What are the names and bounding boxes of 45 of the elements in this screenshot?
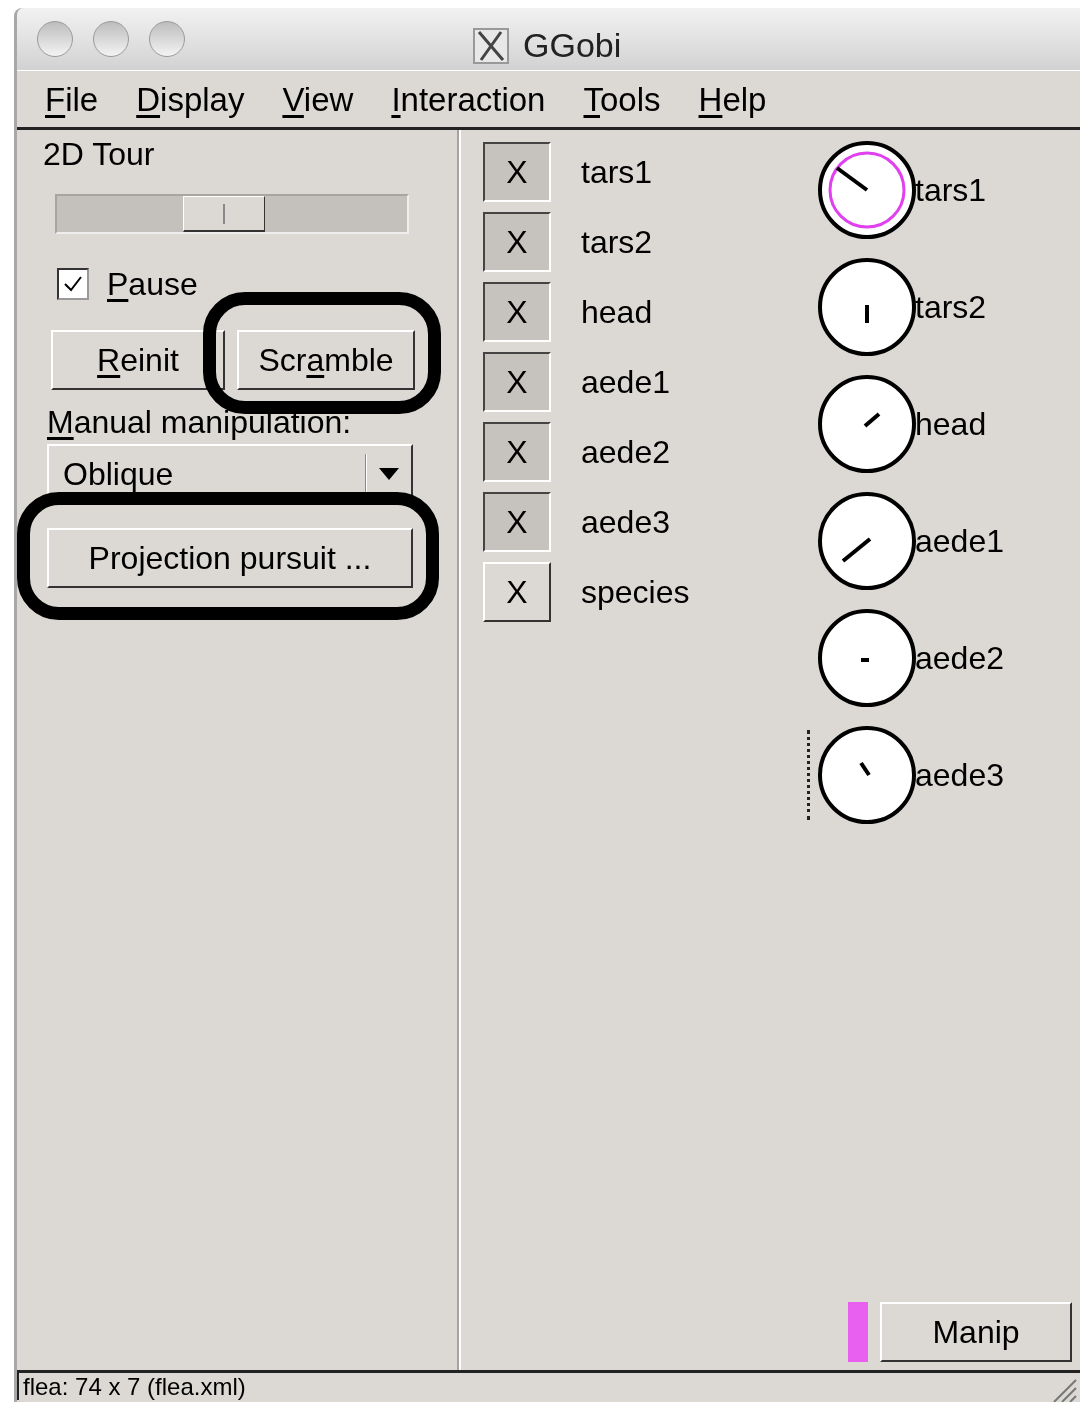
scramble-button[interactable]: Scramble bbox=[237, 330, 415, 390]
menu-item[interactable]: View bbox=[282, 82, 354, 116]
check-icon bbox=[62, 274, 84, 294]
variable-label: head bbox=[581, 293, 653, 332]
dial-label: aede3 bbox=[915, 756, 1004, 795]
menu-item[interactable]: File bbox=[45, 82, 99, 116]
variable-label: tars1 bbox=[581, 153, 653, 192]
dial-label: tars1 bbox=[915, 171, 987, 210]
mode-title: 2D Tour bbox=[43, 136, 156, 172]
variable-toggle[interactable]: X bbox=[483, 212, 551, 272]
dial-label: aede1 bbox=[915, 522, 1004, 561]
variable-label: aede1 bbox=[581, 363, 670, 402]
dial-label: head bbox=[915, 405, 987, 444]
reinit-button[interactable]: Reinit bbox=[51, 330, 225, 390]
status-text: flea: 74 x 7 (flea.xml) bbox=[17, 1373, 246, 1400]
projection-pursuit-button[interactable]: Projection pursuit ... bbox=[47, 528, 413, 588]
dial-label: aede2 bbox=[915, 639, 1004, 678]
variable-dial-icon[interactable] bbox=[817, 257, 917, 357]
variable-dial-icon[interactable] bbox=[817, 725, 917, 825]
variable-dial-icon[interactable] bbox=[817, 374, 917, 474]
variable-toggle[interactable]: X bbox=[483, 352, 551, 412]
variable-toggle[interactable]: X bbox=[483, 282, 551, 342]
variable-toggle[interactable]: X bbox=[483, 142, 551, 202]
color-swatch bbox=[848, 1302, 868, 1362]
variable-label: tars2 bbox=[581, 223, 653, 262]
variable-dial-icon[interactable] bbox=[817, 608, 917, 708]
pause-label: Pause bbox=[107, 268, 198, 300]
variable-label: aede2 bbox=[581, 433, 670, 472]
window-title: GGobi bbox=[523, 25, 622, 66]
variable-label: aede3 bbox=[581, 503, 670, 542]
variable-dial-icon[interactable] bbox=[817, 140, 917, 240]
menu-item[interactable]: Interaction bbox=[391, 82, 546, 116]
manip-button[interactable]: Manip bbox=[880, 1302, 1072, 1362]
variable-toggle[interactable]: X bbox=[483, 562, 551, 622]
variable-label: species bbox=[581, 573, 690, 612]
dial-label: tars2 bbox=[915, 288, 987, 327]
variable-toggle[interactable]: X bbox=[483, 492, 551, 552]
menu-item[interactable]: Tools bbox=[583, 82, 661, 116]
variable-dial-icon[interactable] bbox=[817, 491, 917, 591]
manual-manipulation-label: Manual manipulation: bbox=[47, 404, 353, 440]
menu-item[interactable]: Display bbox=[136, 82, 245, 116]
variable-toggle[interactable]: X bbox=[483, 422, 551, 482]
menu-item[interactable]: Help bbox=[698, 82, 767, 116]
pause-checkbox[interactable] bbox=[57, 268, 89, 300]
x-logo-icon bbox=[473, 27, 509, 64]
